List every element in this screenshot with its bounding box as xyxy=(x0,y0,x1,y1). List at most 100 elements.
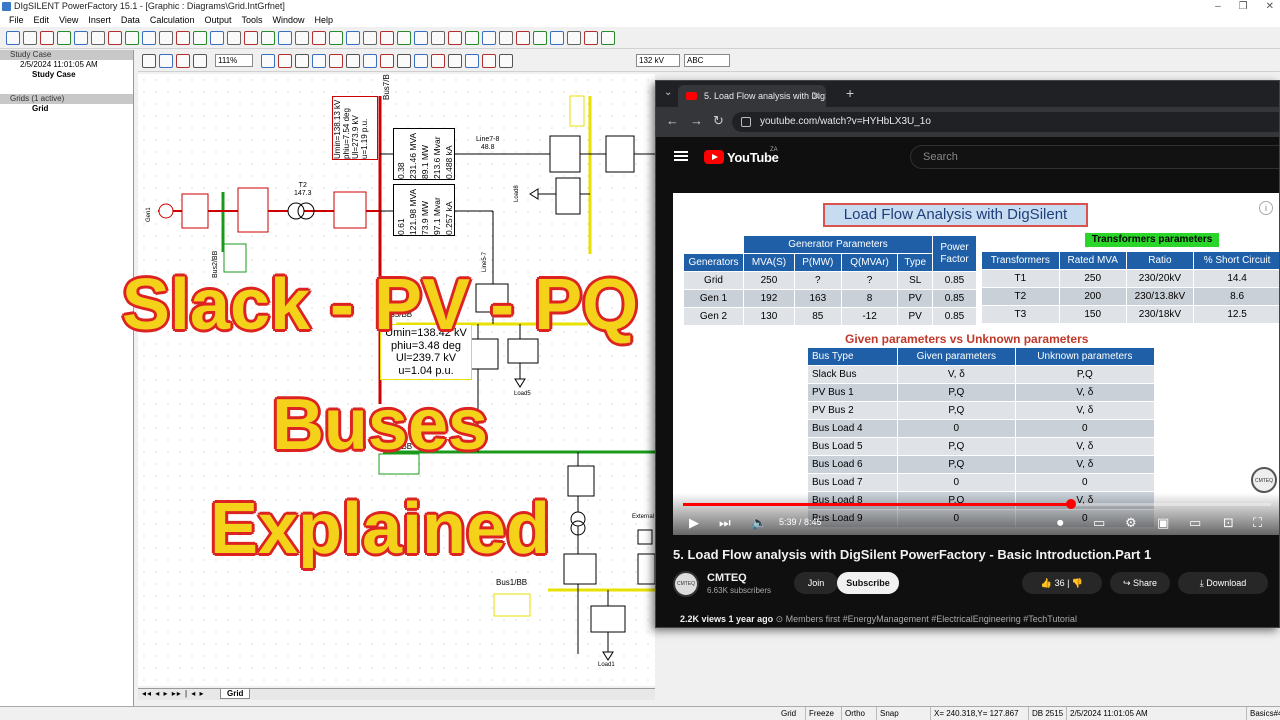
bus7-result-box[interactable]: Umin=138.13 kV phiu=7.54 deg Ul=273.9 kV u=… xyxy=(332,96,378,160)
toolbar-tool-icon[interactable] xyxy=(329,31,343,45)
menu-help[interactable]: Help xyxy=(310,13,339,27)
back-icon[interactable]: ← xyxy=(666,113,679,128)
line78-result-a[interactable]: 0.38 231.46 MVA 89.1 MW 213.6 Mvar 0.488 kA xyxy=(393,128,455,180)
close-icon[interactable]: ✕ xyxy=(1266,0,1274,13)
play-icon[interactable]: ▶ xyxy=(689,515,699,531)
gen1-symbol[interactable] xyxy=(158,203,174,219)
toolbar-tool-icon[interactable] xyxy=(397,31,411,45)
toolbar-tool-icon[interactable] xyxy=(23,31,37,45)
toolbar-tool-icon[interactable] xyxy=(193,54,207,68)
new-tab-icon[interactable]: + xyxy=(846,85,854,101)
toolbar-tool-icon[interactable] xyxy=(431,31,445,45)
url-field[interactable]: youtube.com/watch?v=HYHbLX3U_1o xyxy=(732,112,1279,132)
result-box[interactable] xyxy=(333,191,367,229)
toolbar-tool-icon[interactable] xyxy=(176,31,190,45)
voltage-select[interactable]: 132 kV xyxy=(636,54,680,67)
autoplay-toggle-icon[interactable]: ⏺ xyxy=(1057,515,1064,531)
thumbs-down-icon[interactable]: | 👎 xyxy=(1065,578,1083,588)
search-input[interactable]: Search xyxy=(910,145,1279,169)
fullscreen-icon[interactable]: ⛶ xyxy=(1253,515,1262,531)
result-box[interactable] xyxy=(555,177,581,215)
video-tags[interactable]: ⊙ Members first #EnergyManagement #Elect… xyxy=(776,614,1077,624)
toolbar-tool-icon[interactable] xyxy=(227,31,241,45)
toolbar-tool-icon[interactable] xyxy=(193,31,207,45)
menu-file[interactable]: File xyxy=(4,13,29,27)
toolbar-tool-icon[interactable] xyxy=(278,31,292,45)
zoom-select[interactable]: 111% xyxy=(215,54,253,67)
settings-icon[interactable]: ⚙ xyxy=(1125,515,1137,531)
channel-avatar[interactable]: CMTEQ xyxy=(673,571,699,597)
toolbar-tool-icon[interactable] xyxy=(516,31,530,45)
toolbar-tool-icon[interactable] xyxy=(550,31,564,45)
toolbar-tool-icon[interactable] xyxy=(261,54,275,68)
toolbar-tool-icon[interactable] xyxy=(74,31,88,45)
toolbar-tool-icon[interactable] xyxy=(380,31,394,45)
miniplayer-icon[interactable]: ▣ xyxy=(1157,515,1169,531)
like-button[interactable]: 👍 36 | 👎 xyxy=(1022,572,1102,594)
forward-icon[interactable]: → xyxy=(690,113,703,128)
menu-view[interactable]: View xyxy=(54,13,83,27)
theater-mode-icon[interactable]: ▭ xyxy=(1189,515,1201,531)
status-snap[interactable]: Snap xyxy=(876,707,902,720)
toolbar-tool-icon[interactable] xyxy=(414,31,428,45)
toolbar-tool-icon[interactable] xyxy=(278,54,292,68)
toolbar-tool-icon[interactable] xyxy=(482,31,496,45)
volume-icon[interactable]: 🔈 xyxy=(751,515,767,531)
youtube-logo-icon[interactable] xyxy=(704,150,724,164)
site-info-icon[interactable] xyxy=(741,117,751,127)
cast-icon[interactable]: ⊡ xyxy=(1223,515,1234,531)
toolbar-tool-icon[interactable] xyxy=(244,31,258,45)
toolbar-tool-icon[interactable] xyxy=(142,54,156,68)
toolbar-tool-icon[interactable] xyxy=(414,54,428,68)
toolbar-tool-icon[interactable] xyxy=(312,31,326,45)
toolbar-tool-icon[interactable] xyxy=(346,31,360,45)
study-case-item[interactable]: Study Case xyxy=(0,70,133,80)
t2-winding-a[interactable] xyxy=(287,202,305,220)
toolbar-tool-icon[interactable] xyxy=(465,54,479,68)
toolbar-tool-icon[interactable] xyxy=(533,31,547,45)
result-box[interactable] xyxy=(590,605,626,633)
result-box[interactable] xyxy=(569,95,585,127)
result-box[interactable] xyxy=(181,193,209,229)
menu-window[interactable]: Window xyxy=(268,13,310,27)
toolbar-tool-icon[interactable] xyxy=(499,31,513,45)
toolbar-tool-icon[interactable] xyxy=(295,54,309,68)
minimize-icon[interactable]: – xyxy=(1215,0,1221,13)
toolbar-tool-icon[interactable] xyxy=(91,31,105,45)
toolbar-tool-icon[interactable] xyxy=(584,31,598,45)
toolbar-tool-icon[interactable] xyxy=(499,54,513,68)
close-tab-icon[interactable]: ✕ xyxy=(812,85,820,107)
browser-tab[interactable]: 5. Load Flow analysis with DigSi ✕ xyxy=(678,85,826,107)
sheet-tab-grid[interactable]: Grid xyxy=(220,689,251,699)
toolbar-tool-icon[interactable] xyxy=(108,31,122,45)
toolbar-tool-icon[interactable] xyxy=(159,31,173,45)
toolbar-tool-icon[interactable] xyxy=(176,54,190,68)
toolbar-tool-icon[interactable] xyxy=(397,54,411,68)
video-player[interactable]: Load Flow Analysis with DigSilent i Gene… xyxy=(673,193,1279,535)
subtitles-icon[interactable]: ▭ xyxy=(1093,515,1105,531)
menu-calculation[interactable]: Calculation xyxy=(145,13,200,27)
menu-data[interactable]: Data xyxy=(116,13,145,27)
toolbar-tool-icon[interactable] xyxy=(448,54,462,68)
toolbar-tool-icon[interactable] xyxy=(346,54,360,68)
subscribe-button[interactable]: Subscribe xyxy=(837,572,899,594)
toolbar-tool-icon[interactable] xyxy=(601,31,615,45)
download-button[interactable]: ⤓ Download xyxy=(1178,572,1268,594)
result-box[interactable] xyxy=(605,135,635,173)
status-ortho[interactable]: Ortho xyxy=(841,707,868,720)
menu-insert[interactable]: Insert xyxy=(83,13,116,27)
toolbar-tool-icon[interactable] xyxy=(261,31,275,45)
tab-search-icon[interactable]: ⌄ xyxy=(664,87,672,98)
load8-symbol[interactable] xyxy=(529,188,539,200)
share-button[interactable]: ↪ Share xyxy=(1110,572,1170,594)
toolbar-tool-icon[interactable] xyxy=(482,54,496,68)
line78-result-b[interactable]: 0.61 121.98 MVA 73.9 MW 97.1 Mvar 0.257 kA xyxy=(393,184,455,236)
next-icon[interactable]: ⏭ xyxy=(719,515,731,531)
progress-knob[interactable] xyxy=(1066,499,1077,509)
restore-icon[interactable]: ❐ xyxy=(1239,0,1248,13)
sheet-nav-icons[interactable]: ◂◂ ◂ ▸ ▸▸ | ◂ ▸ xyxy=(142,689,205,698)
toolbar-tool-icon[interactable] xyxy=(6,31,20,45)
info-icon[interactable]: i xyxy=(1259,201,1273,215)
toolbar-tool-icon[interactable] xyxy=(40,31,54,45)
result-box[interactable] xyxy=(493,593,531,617)
